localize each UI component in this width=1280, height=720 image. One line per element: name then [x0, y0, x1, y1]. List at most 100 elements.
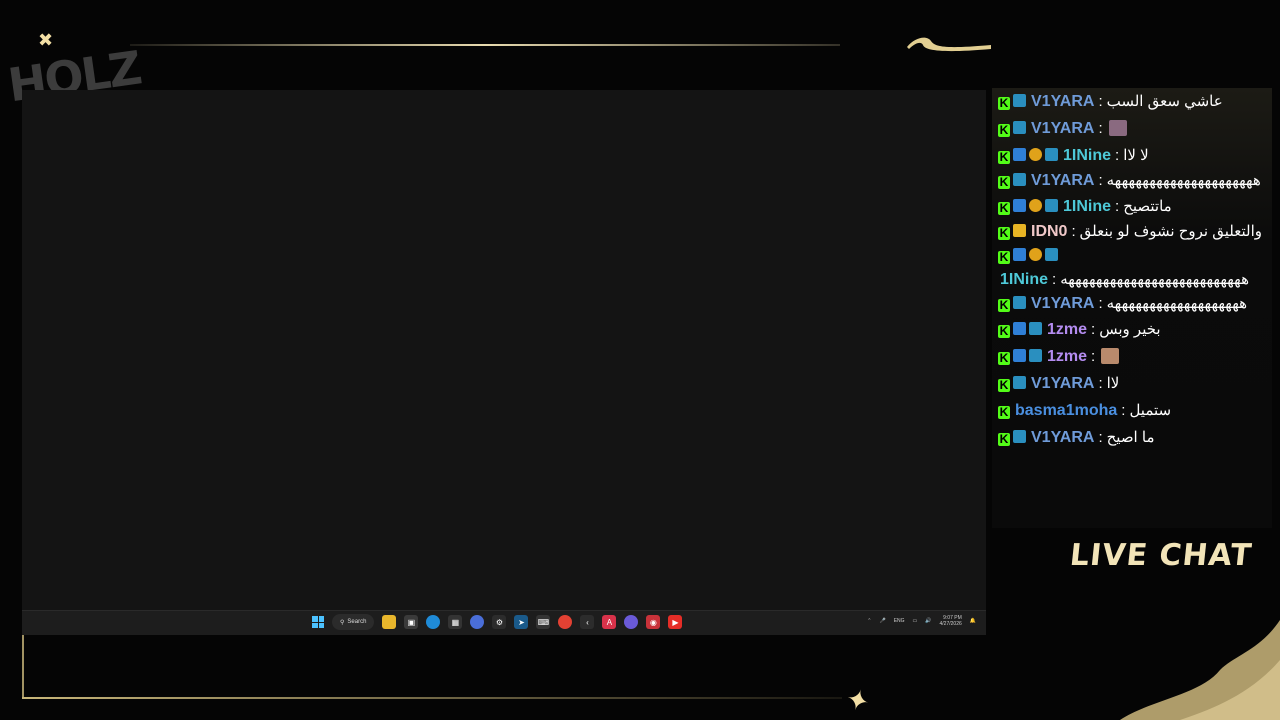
edge-icon[interactable]: [426, 615, 441, 629]
chat-message: K 1INine: ماتتصيح: [998, 193, 1264, 220]
chat-separator: :: [1098, 295, 1103, 312]
chat-username[interactable]: V1YARA: [1031, 295, 1094, 312]
chat-username[interactable]: IDN0: [1031, 223, 1067, 240]
chat-text: ههههههههههههههههههههههههههه: [1060, 271, 1249, 288]
language-indicator[interactable]: ENG: [894, 618, 905, 624]
start-button[interactable]: [312, 616, 324, 628]
volume-icon[interactable]: 🔊: [925, 618, 931, 624]
kick-badge-icon: K: [998, 298, 1010, 312]
app-record-icon[interactable]: ◉: [646, 615, 661, 629]
kick-badge-icon: K: [998, 201, 1010, 215]
chat-separator: :: [1091, 321, 1096, 338]
kick-badge-icon: K: [998, 405, 1010, 419]
one-badge-icon: [1029, 199, 1042, 212]
taskbar-apps: ⚲ Search ▣ ▦ ⚙ ➤ ⌨ ‹ A ◉ ▶: [312, 614, 683, 630]
chat-message: K V1YARA: عاشي سعق السب: [998, 88, 1264, 115]
chat-message: K 1INine: ههههههههههههههههههههههههههه: [998, 244, 1264, 292]
youtube-icon[interactable]: ▶: [668, 615, 683, 629]
og-badge-icon: [1013, 94, 1026, 107]
chevron-up-icon[interactable]: ⌃: [867, 618, 871, 624]
notification-bell-icon[interactable]: 🔔: [970, 618, 976, 624]
chat-separator: :: [1098, 375, 1103, 392]
kick-badge-icon: K: [998, 432, 1010, 446]
og-badge-icon: [1013, 430, 1026, 443]
chat-username[interactable]: 1INine: [1000, 271, 1048, 288]
kick-badge-icon: K: [998, 226, 1010, 240]
chat-message: K IDN0: والتعليق نروح نشوف لو بنعلق: [998, 220, 1264, 244]
chat-separator: :: [1071, 223, 1076, 240]
kick-badge-icon: K: [998, 324, 1010, 338]
chat-username[interactable]: 1zme: [1047, 348, 1087, 365]
chat-text: لا لاا: [1123, 147, 1149, 164]
windows-taskbar: ⚲ Search ▣ ▦ ⚙ ➤ ⌨ ‹ A ◉ ▶ ⌃ 🎤 ENG ▭ 🔊 9…: [22, 610, 986, 635]
og-badge-icon: [1029, 349, 1042, 362]
chat-separator: :: [1098, 120, 1103, 137]
chat-username[interactable]: basma1moha: [1015, 402, 1117, 419]
search-label: Search: [347, 619, 367, 625]
one-badge-icon: [1029, 148, 1042, 161]
top-gold-line: [130, 44, 840, 46]
taskbar-search-button[interactable]: ⚲ Search: [332, 614, 375, 630]
verified-badge-icon: [1013, 148, 1026, 161]
chat-emote-icon: [1108, 120, 1127, 136]
chat-text: هههههههههههههههههههههه: [1106, 172, 1261, 189]
chat-username[interactable]: V1YARA: [1031, 172, 1094, 189]
discord-icon[interactable]: [470, 615, 485, 629]
logo-star-icon: ✖: [38, 30, 54, 50]
chat-separator: :: [1091, 348, 1096, 365]
clock-date: 4/27/2026: [939, 621, 962, 627]
og-badge-icon: [1045, 148, 1058, 161]
microphone-icon[interactable]: 🎤: [879, 618, 885, 624]
chat-separator: :: [1115, 198, 1120, 215]
network-icon[interactable]: ▭: [913, 618, 918, 624]
chat-separator: :: [1121, 402, 1126, 419]
chat-username[interactable]: V1YARA: [1031, 429, 1094, 446]
chat-message: K V1YARA: لاا: [998, 370, 1264, 397]
chat-text: ما اصيح: [1106, 429, 1155, 446]
kick-badge-icon: K: [998, 351, 1010, 365]
frame-bottom-border: [22, 697, 842, 699]
corner-star-icon: ✦: [842, 682, 874, 719]
chat-text: ماتتصيح: [1123, 198, 1172, 215]
file-explorer-icon[interactable]: [382, 615, 397, 629]
chat-text: لاا: [1106, 375, 1120, 392]
chat-text: ستميل: [1129, 402, 1172, 419]
app-circle-icon[interactable]: [624, 615, 639, 629]
chat-text: بخير وبس: [1099, 321, 1161, 338]
chat-username[interactable]: V1YARA: [1031, 375, 1094, 392]
kick-badge-icon: K: [998, 150, 1010, 164]
chat-username[interactable]: 1INine: [1063, 147, 1111, 164]
chat-separator: :: [1098, 172, 1103, 189]
chat-text: والتعليق نروح نشوف لو بنعلق: [1079, 223, 1263, 240]
crown-badge-icon: [1013, 224, 1026, 237]
widgets-icon[interactable]: ▦: [448, 615, 463, 629]
live-chat-title: LIVE CHAT: [1068, 538, 1254, 573]
chat-username[interactable]: V1YARA: [1031, 93, 1094, 110]
chat-message: Kbasma1moha: ستميل: [998, 397, 1264, 424]
chat-username[interactable]: 1zme: [1047, 321, 1087, 338]
chat-separator: :: [1115, 147, 1120, 164]
keyboard-icon[interactable]: ⌨: [536, 615, 551, 629]
chat-text: عاشي سعق السب: [1106, 93, 1223, 110]
back-arrow-icon[interactable]: ‹: [580, 615, 595, 629]
chat-separator: :: [1098, 429, 1103, 446]
steam-icon[interactable]: ➤: [514, 615, 529, 629]
search-icon: ⚲: [340, 619, 345, 626]
app-a-icon[interactable]: A: [602, 615, 617, 629]
chat-username[interactable]: 1INine: [1063, 198, 1111, 215]
chat-username[interactable]: V1YARA: [1031, 120, 1094, 137]
og-badge-icon: [1013, 376, 1026, 389]
chrome-icon[interactable]: [558, 615, 573, 629]
chat-message: K 1zme: بخير وبس: [998, 316, 1264, 343]
verified-badge-icon: [1013, 322, 1026, 335]
kick-badge-icon: K: [998, 175, 1010, 189]
settings-gear-icon[interactable]: ⚙: [492, 615, 507, 629]
kick-badge-icon: K: [998, 123, 1010, 137]
store-icon[interactable]: ▣: [404, 615, 419, 629]
chat-message: K V1YARA: هههههههههههههههههههه: [998, 292, 1264, 316]
og-badge-icon: [1045, 248, 1058, 261]
verified-badge-icon: [1013, 248, 1026, 261]
taskbar-clock[interactable]: 9:07 PM 4/27/2026: [940, 615, 962, 627]
chat-separator: :: [1052, 271, 1057, 288]
chat-message: K V1YARA: ما اصيح: [998, 424, 1264, 451]
